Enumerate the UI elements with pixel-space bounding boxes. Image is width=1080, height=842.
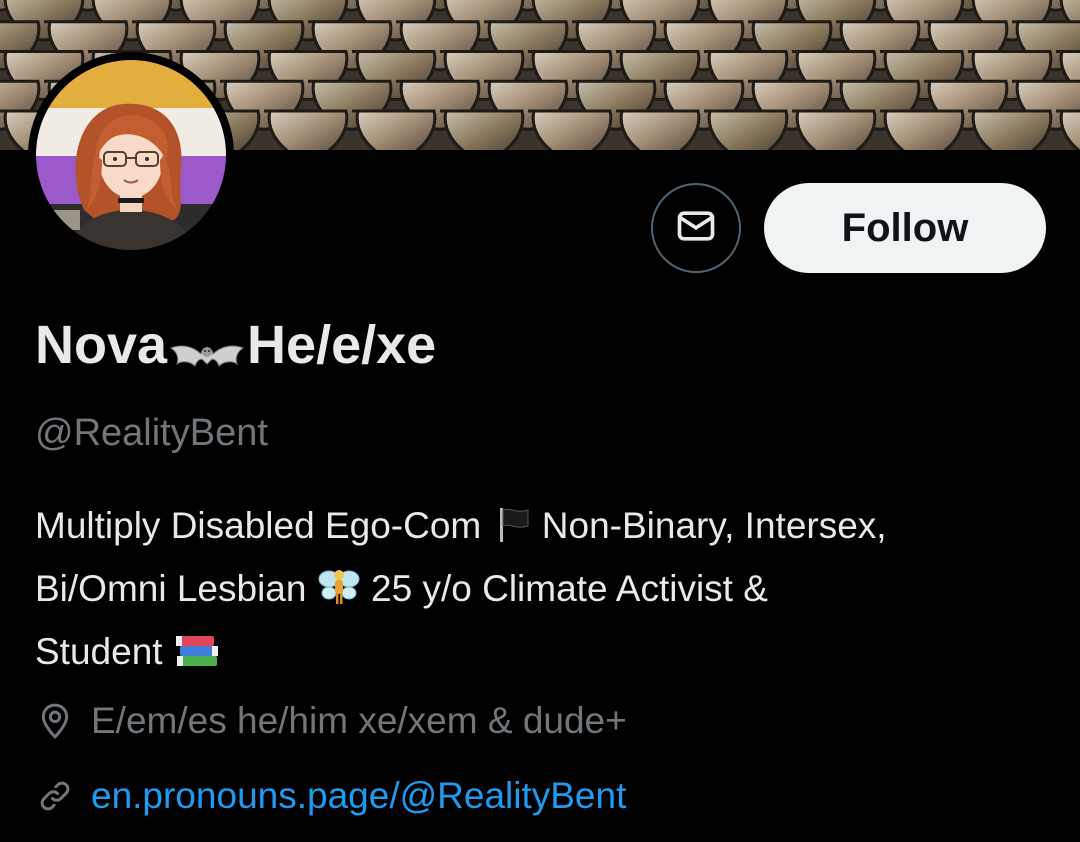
- profile-page: Follow Nova He/e/xe @RealityBent Multipl…: [0, 0, 1080, 842]
- location-text: E/em/es he/him xe/xem & dude+: [91, 700, 627, 741]
- website-link[interactable]: en.pronouns.page/@RealityBent: [91, 775, 626, 817]
- profile-bio: Multiply Disabled Ego-Com Non-Binary, In…: [35, 497, 1055, 686]
- envelope-icon: [674, 204, 718, 253]
- bio-text-3: Bi/Omni Lesbian: [35, 568, 307, 609]
- follow-button[interactable]: Follow: [764, 183, 1046, 273]
- fairy-icon: [317, 566, 361, 623]
- bio-text-4: 25 y/o Climate Activist &: [371, 568, 768, 609]
- avatar-image: [36, 60, 226, 250]
- avatar[interactable]: [28, 52, 234, 258]
- display-name: Nova He/e/xe: [35, 312, 436, 378]
- books-icon: [173, 629, 221, 686]
- profile-location: E/em/es he/him xe/xem & dude+: [35, 700, 627, 742]
- message-button[interactable]: [651, 183, 741, 273]
- bat-icon: [169, 325, 245, 367]
- bio-text-5: Student: [35, 631, 163, 672]
- display-name-pronouns: He/e/xe: [247, 315, 437, 375]
- username-handle: @RealityBent: [35, 412, 268, 454]
- bio-text-2: Non-Binary, Intersex,: [541, 505, 887, 546]
- display-name-first: Nova: [35, 315, 168, 375]
- black-flag-icon: [492, 503, 532, 560]
- bio-text-1: Multiply Disabled Ego-Com: [35, 505, 482, 546]
- link-icon: [35, 776, 75, 816]
- location-pin-icon: [35, 701, 75, 741]
- profile-website: en.pronouns.page/@RealityBent: [35, 775, 626, 817]
